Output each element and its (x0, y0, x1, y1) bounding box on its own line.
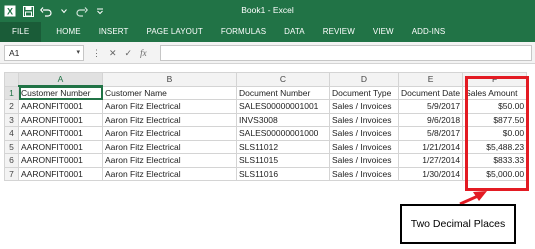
cell[interactable]: Aaron Fitz Electrical (102, 112, 237, 127)
row-header[interactable]: 6 (4, 153, 19, 168)
cell[interactable]: Aaron Fitz Electrical (102, 139, 237, 154)
cell[interactable]: Customer Name (102, 85, 237, 100)
cell[interactable]: SLS11016 (236, 166, 330, 181)
cell[interactable]: $833.33 (462, 153, 528, 168)
title-bar: X Book1 - Excel (0, 0, 535, 22)
cell[interactable]: INVS3008 (236, 112, 330, 127)
cell[interactable]: SALES00000001001 (236, 99, 330, 114)
cell[interactable]: AARONFIT0001 (18, 139, 103, 154)
tab-review[interactable]: REVIEW (314, 22, 364, 42)
cell[interactable]: Document Type (329, 85, 399, 100)
formula-bar: A1 ▾ ⋮ ✕ ✓ fx (0, 42, 535, 64)
enter-icon[interactable]: ✓ (125, 48, 133, 59)
cell[interactable]: 1/27/2014 (397, 153, 464, 168)
cell[interactable]: Sales Amount (462, 85, 528, 100)
cell[interactable]: AARONFIT0001 (18, 99, 103, 114)
cell[interactable]: Aaron Fitz Electrical (102, 126, 237, 141)
row-header[interactable]: 4 (4, 126, 19, 141)
cell[interactable]: SLS11015 (236, 153, 330, 168)
select-all-corner[interactable] (4, 72, 19, 87)
column-header-d[interactable]: D (329, 72, 399, 87)
cell[interactable]: 1/21/2014 (397, 139, 464, 154)
table-row: 4 AARONFIT0001 Aaron Fitz Electrical SAL… (4, 126, 528, 141)
cell[interactable]: AARONFIT0001 (18, 112, 103, 127)
ribbon: FILE HOME INSERT PAGE LAYOUT FORMULAS DA… (0, 22, 535, 42)
worksheet-table: A B C D E F 1 Customer Number Customer N… (4, 72, 528, 181)
cell[interactable]: Sales / Invoices (329, 166, 399, 181)
name-box[interactable]: A1 ▾ (4, 45, 84, 61)
tab-formulas[interactable]: FORMULAS (212, 22, 275, 42)
cell[interactable]: Document Number (236, 85, 330, 100)
cell[interactable]: Aaron Fitz Electrical (102, 99, 237, 114)
cell[interactable]: SLS11012 (236, 139, 330, 154)
cell[interactable]: $5,488.23 (462, 139, 528, 154)
cell[interactable]: AARONFIT0001 (18, 153, 103, 168)
cell[interactable]: SALES00000001000 (236, 126, 330, 141)
more-options-icon: ⋮ (92, 47, 101, 58)
callout-text: Two Decimal Places (410, 218, 506, 230)
cell[interactable]: $0.00 (462, 126, 528, 141)
table-row: 1 Customer Number Customer Name Document… (4, 85, 528, 100)
callout-box: Two Decimal Places (400, 204, 516, 244)
cell[interactable]: $50.00 (462, 99, 528, 114)
cell[interactable]: AARONFIT0001 (18, 166, 103, 181)
name-box-value: A1 (9, 48, 20, 58)
table-row: 6 AARONFIT0001 Aaron Fitz Electrical SLS… (4, 153, 528, 168)
tab-insert[interactable]: INSERT (90, 22, 138, 42)
cell[interactable]: 9/6/2018 (397, 112, 464, 127)
cell[interactable]: Document Date (397, 85, 464, 100)
cell[interactable]: Sales / Invoices (329, 153, 399, 168)
row-header[interactable]: 3 (4, 112, 19, 127)
column-header-a[interactable]: A (18, 72, 103, 87)
column-header-c[interactable]: C (236, 72, 330, 87)
cell[interactable]: 1/30/2014 (397, 166, 464, 181)
formula-tools: ⋮ ✕ ✓ fx (92, 45, 147, 61)
tab-data[interactable]: DATA (275, 22, 314, 42)
table-row: 3 AARONFIT0001 Aaron Fitz Electrical INV… (4, 112, 528, 127)
row-header[interactable]: 2 (4, 99, 19, 114)
cell[interactable]: Aaron Fitz Electrical (102, 153, 237, 168)
cell[interactable]: Sales / Invoices (329, 139, 399, 154)
cell[interactable]: Sales / Invoices (329, 112, 399, 127)
column-header-e[interactable]: E (397, 72, 464, 87)
cell[interactable]: AARONFIT0001 (18, 126, 103, 141)
table-row: 7 AARONFIT0001 Aaron Fitz Electrical SLS… (4, 166, 528, 181)
worksheet-grid: A B C D E F 1 Customer Number Customer N… (4, 72, 528, 181)
column-header-b[interactable]: B (102, 72, 237, 87)
tab-page-layout[interactable]: PAGE LAYOUT (138, 22, 212, 42)
column-header-f[interactable]: F (462, 72, 528, 87)
cell[interactable]: Sales / Invoices (329, 126, 399, 141)
tab-add-ins[interactable]: ADD-INS (403, 22, 455, 42)
window-title: Book1 - Excel (241, 5, 294, 15)
cell[interactable]: $5,000.00 (462, 166, 528, 181)
table-row: 2 AARONFIT0001 Aaron Fitz Electrical SAL… (4, 99, 528, 114)
formula-input[interactable] (160, 45, 532, 61)
chevron-down-icon[interactable]: ▾ (76, 46, 80, 60)
row-header[interactable]: 7 (4, 166, 19, 181)
ribbon-tabs: FILE HOME INSERT PAGE LAYOUT FORMULAS DA… (0, 22, 454, 42)
cancel-icon[interactable]: ✕ (109, 48, 117, 59)
row-header[interactable]: 1 (4, 85, 19, 100)
cell[interactable]: 5/8/2017 (397, 126, 464, 141)
row-header[interactable]: 5 (4, 139, 19, 154)
tab-view[interactable]: VIEW (364, 22, 403, 42)
cell-a1[interactable]: Customer Number (18, 85, 103, 100)
cell[interactable]: $877.50 (462, 112, 528, 127)
tab-file[interactable]: FILE (0, 22, 42, 42)
tab-home[interactable]: HOME (47, 22, 89, 42)
cell[interactable]: Aaron Fitz Electrical (102, 166, 237, 181)
insert-function-icon[interactable]: fx (140, 48, 147, 58)
cell[interactable]: 5/9/2017 (397, 99, 464, 114)
table-row: 5 AARONFIT0001 Aaron Fitz Electrical SLS… (4, 139, 528, 154)
cell[interactable]: Sales / Invoices (329, 99, 399, 114)
